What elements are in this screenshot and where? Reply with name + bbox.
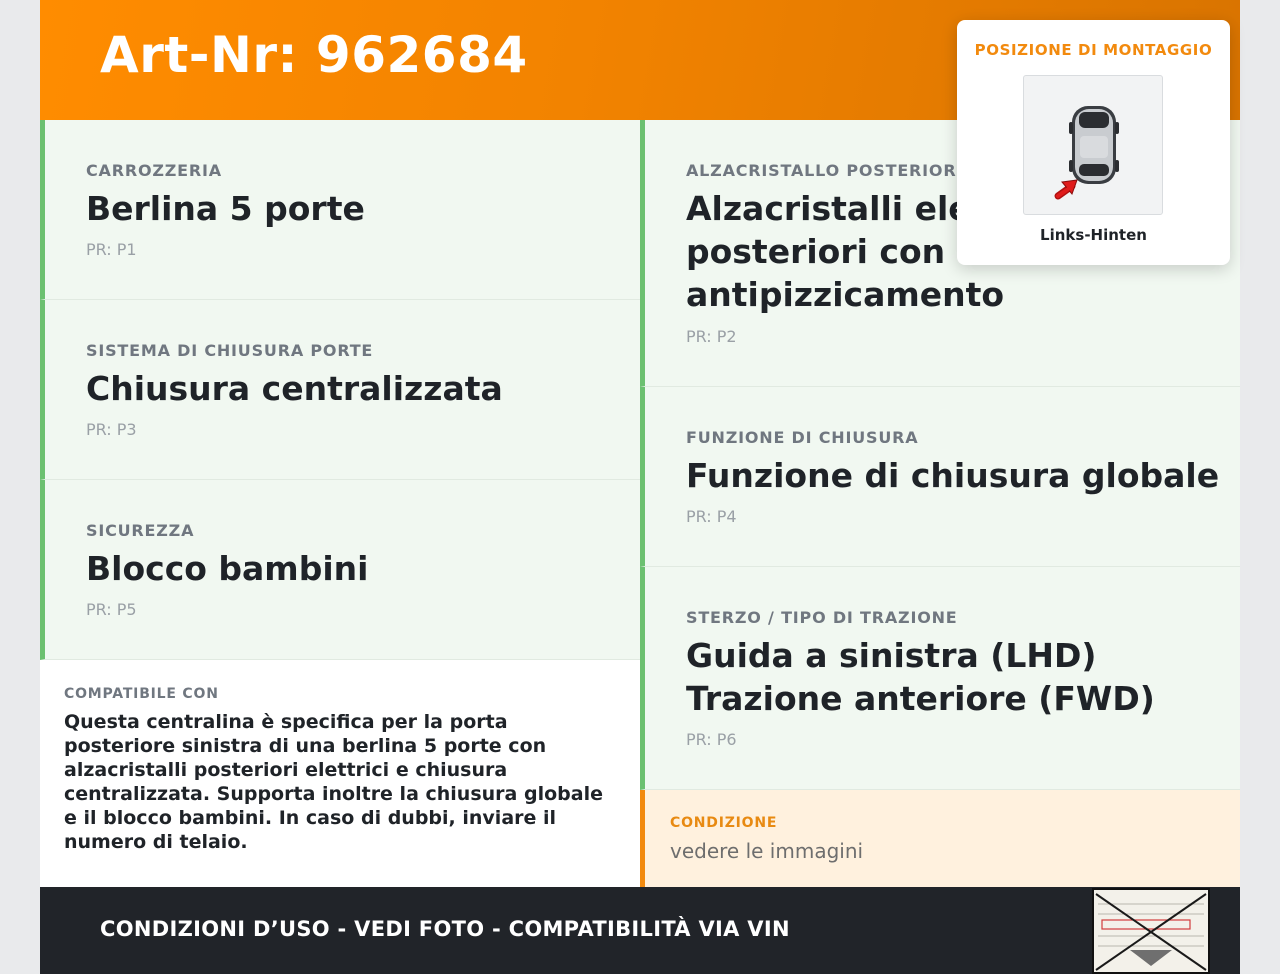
spec-value-line: Trazione anteriore (FWD) [686, 679, 1155, 718]
spec-label: CARROZZERIA [86, 161, 222, 180]
spec-value: Guida a sinistra (LHD) Trazione anterior… [686, 634, 1155, 720]
spec-pr-code: PR: P5 [86, 600, 137, 619]
spec-value-line: Funzione di chiusura globale [686, 456, 1220, 495]
spec-value-line: antipizzicamento [686, 275, 1005, 314]
spec-label: FUNZIONE DI CHIUSURA [686, 428, 919, 447]
spec-label: ALZACRISTALLO POSTERIORE [686, 161, 969, 180]
spec-value: Berlina 5 porte [86, 189, 365, 228]
car-top-view-icon [1054, 106, 1119, 200]
spec-pr-code: PR: P4 [686, 507, 737, 526]
compatibility-text: Questa centralina è specifica per la por… [64, 711, 603, 853]
spec-value: Blocco bambini [86, 549, 369, 588]
mounting-position-popup: POSIZIONE DI MONTAGGIO Links-Hinten [957, 20, 1230, 265]
spec-value: Chiusura centralizzata [86, 369, 503, 408]
mounting-position-title: POSIZIONE DI MONTAGGIO [974, 41, 1213, 59]
spec-card-steering-drive: STERZO / TIPO DI TRAZIONE Guida a sinist… [640, 567, 1240, 790]
spec-card-safety: SICUREZZA Blocco bambini PR: P5 [40, 480, 640, 660]
left-column: CARROZZERIA Berlina 5 porte PR: P1 SISTE… [40, 120, 640, 660]
spec-pr-code: PR: P3 [86, 420, 137, 439]
mounting-position-diagram [1023, 75, 1163, 215]
spec-pr-code: PR: P2 [686, 327, 737, 346]
spec-value: Funzione di chiusura globale [686, 454, 1219, 497]
vehicle-document-thumbnail[interactable] [1092, 888, 1210, 974]
spec-card-locking-function: FUNZIONE DI CHIUSURA Funzione di chiusur… [640, 387, 1240, 567]
mounting-position-caption: Links-Hinten [1040, 226, 1147, 244]
compatibility-label: COMPATIBILE CON [64, 686, 219, 702]
article-number-title: Art-Nr: 962684 [100, 26, 528, 84]
condition-value: vedere le immagini [670, 839, 864, 863]
condition-section: CONDIZIONE vedere le immagini [640, 790, 1240, 887]
spec-label: SISTEMA DI CHIUSURA PORTE [86, 341, 374, 360]
spec-pr-code: PR: P1 [86, 240, 137, 259]
spec-value-line: Guida a sinistra (LHD) [686, 636, 1097, 675]
spec-pr-code: PR: P6 [686, 730, 737, 749]
spec-card-body: CARROZZERIA Berlina 5 porte PR: P1 [40, 120, 640, 300]
footer-bar: CONDIZIONI D’USO - VEDI FOTO - COMPATIBI… [40, 887, 1240, 974]
compatibility-section: COMPATIBILE CON Questa centralina è spec… [40, 660, 640, 887]
condition-label: CONDIZIONE [670, 815, 778, 831]
spec-card-locking-system: SISTEMA DI CHIUSURA PORTE Chiusura centr… [40, 300, 640, 480]
document-photo-icon [1094, 890, 1208, 972]
footer-terms-text: CONDIZIONI D’USO - VEDI FOTO - COMPATIBI… [100, 917, 790, 941]
spec-label: SICUREZZA [86, 521, 195, 540]
spec-label: STERZO / TIPO DI TRAZIONE [686, 608, 958, 627]
